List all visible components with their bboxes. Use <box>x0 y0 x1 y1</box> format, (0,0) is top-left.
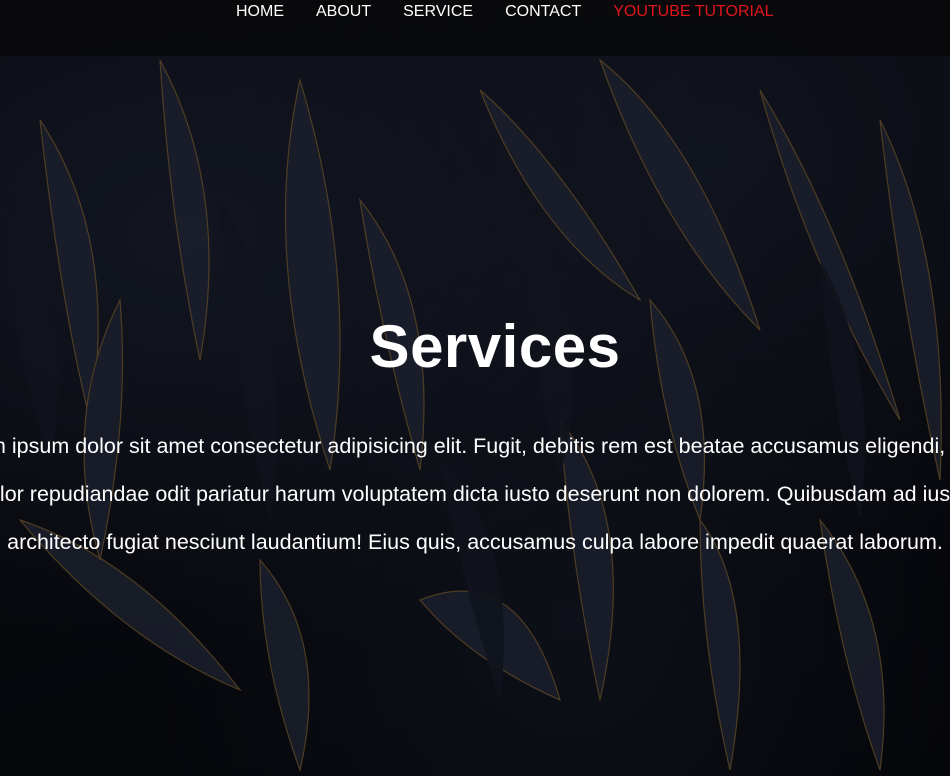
nav-youtube-tutorial-link[interactable]: YOUTUBE TUTORIAL <box>613 2 773 22</box>
hero-line-2: dolor repudiandae odit pariatur harum vo… <box>0 482 950 506</box>
navbar: HOME ABOUT SERVICE CONTACT YOUTUBE TUTOR… <box>0 0 950 56</box>
hero-line-1: Lorem ipsum dolor sit amet consectetur a… <box>0 434 950 458</box>
nav-about-link[interactable]: ABOUT <box>316 2 371 22</box>
page-title: Services <box>369 313 621 380</box>
hero-description: Lorem ipsum dolor sit amet consectetur a… <box>0 422 950 566</box>
nav-home-link[interactable]: HOME <box>236 2 284 22</box>
hero-line-3: architecto fugiat nesciunt laudantium! E… <box>7 530 943 554</box>
page: HOME ABOUT SERVICE CONTACT YOUTUBE TUTOR… <box>0 0 950 776</box>
nav-service-link[interactable]: SERVICE <box>403 2 473 22</box>
leaves-pattern <box>0 0 950 776</box>
nav-contact-link[interactable]: CONTACT <box>505 2 581 22</box>
background-image <box>0 0 950 776</box>
nav-menu: HOME ABOUT SERVICE CONTACT YOUTUBE TUTOR… <box>236 2 774 22</box>
